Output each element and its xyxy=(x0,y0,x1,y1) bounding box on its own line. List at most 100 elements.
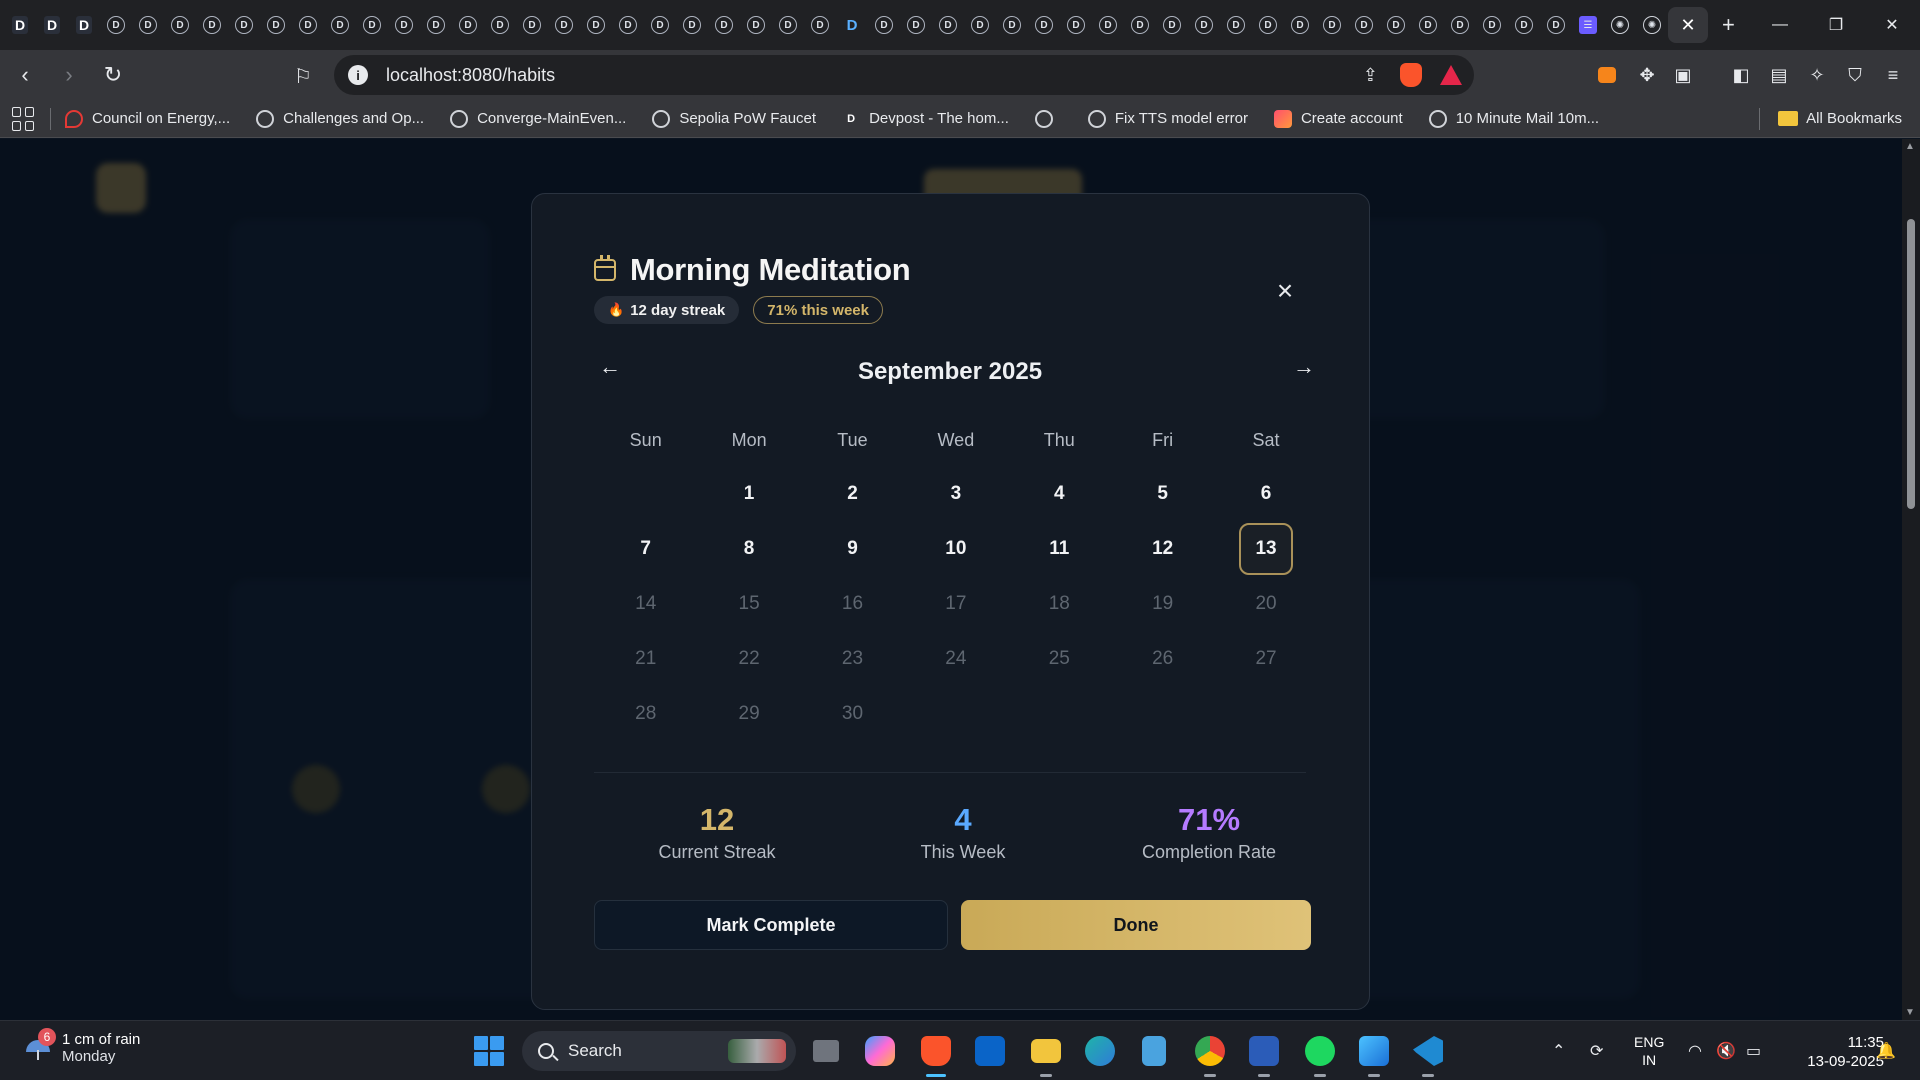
wifi-icon[interactable]: ◠ xyxy=(1688,1021,1702,1080)
calendar-day[interactable]: 11 xyxy=(1008,521,1111,576)
task-view-icon[interactable] xyxy=(808,1033,844,1069)
metamask-extension-icon[interactable] xyxy=(1594,62,1620,88)
browser-tab[interactable]: D xyxy=(516,7,548,43)
share-icon[interactable]: ⇪ xyxy=(1363,65,1378,86)
browser-tab[interactable]: D xyxy=(676,7,708,43)
browser-tab[interactable]: D xyxy=(132,7,164,43)
browser-tab[interactable]: D xyxy=(708,7,740,43)
reload-button[interactable]: ↻ xyxy=(94,56,132,94)
browser-tab[interactable]: D xyxy=(1124,7,1156,43)
browser-tab[interactable]: D xyxy=(1476,7,1508,43)
browser-tab[interactable]: D xyxy=(452,7,484,43)
notification-bell-icon[interactable]: 🔔 xyxy=(1876,1021,1896,1080)
browser-tab[interactable]: D xyxy=(740,7,772,43)
calendar-day[interactable]: 3 xyxy=(904,466,1007,521)
calendar-day[interactable]: 1 xyxy=(697,466,800,521)
restore-button[interactable]: ❐ xyxy=(1808,0,1864,50)
bookmark-item[interactable]: Converge-MainEven... xyxy=(450,109,626,128)
brave-taskbar-icon[interactable] xyxy=(918,1033,954,1077)
photos-icon[interactable] xyxy=(1356,1033,1392,1077)
calendar-day[interactable]: 5 xyxy=(1111,466,1214,521)
page-scrollbar[interactable]: ▲ ▼ xyxy=(1902,139,1920,1020)
browser-tab[interactable]: D xyxy=(1092,7,1124,43)
battery-icon[interactable]: ▭ xyxy=(1746,1021,1761,1080)
browser-tab[interactable]: D xyxy=(1252,7,1284,43)
bookmark-item[interactable]: Challenges and Op... xyxy=(256,109,424,128)
calendar-day[interactable]: 12 xyxy=(1111,521,1214,576)
bookmark-item[interactable]: D Devpost - The hom... xyxy=(842,110,1009,128)
browser-tab[interactable]: D xyxy=(388,7,420,43)
browser-tab[interactable]: D xyxy=(1508,7,1540,43)
browser-tab[interactable]: D xyxy=(164,7,196,43)
calendar-day-today[interactable]: 13 xyxy=(1214,521,1317,576)
scroll-down-icon[interactable]: ▼ xyxy=(1905,1007,1915,1018)
bookmark-item[interactable]: Fix TTS model error xyxy=(1087,109,1248,128)
browser-tab[interactable]: D xyxy=(804,7,836,43)
close-tab-icon[interactable]: ✕ xyxy=(1680,15,1695,36)
browser-tab[interactable]: ✺ xyxy=(1636,7,1668,43)
browser-tab[interactable]: D xyxy=(1316,7,1348,43)
browser-tab[interactable]: D xyxy=(228,7,260,43)
minimize-button[interactable]: — xyxy=(1752,0,1808,50)
browser-tab[interactable]: D xyxy=(644,7,676,43)
browser-tab[interactable]: ✺ xyxy=(1604,7,1636,43)
word-icon[interactable] xyxy=(1246,1033,1282,1077)
edge-icon[interactable] xyxy=(1082,1033,1118,1069)
browser-tab[interactable]: D xyxy=(484,7,516,43)
all-bookmarks-button[interactable]: All Bookmarks xyxy=(1778,110,1902,127)
browser-tab[interactable]: D xyxy=(292,7,324,43)
calendar-day[interactable]: 7 xyxy=(594,521,697,576)
mark-complete-button[interactable]: Mark Complete xyxy=(594,900,948,950)
browser-tab[interactable]: D xyxy=(356,7,388,43)
copilot-icon[interactable] xyxy=(862,1033,898,1069)
bookmark-page-icon[interactable]: ⚐ xyxy=(294,64,312,89)
browser-tab[interactable]: D xyxy=(612,7,644,43)
chrome-icon[interactable] xyxy=(1192,1033,1228,1077)
browser-tab[interactable]: D xyxy=(196,7,228,43)
done-button[interactable]: Done xyxy=(961,900,1311,950)
weather-widget[interactable]: 6 1 cm of rain Monday xyxy=(24,1028,140,1065)
brave-shields-icon[interactable] xyxy=(1400,63,1422,87)
close-window-button[interactable]: ✕ xyxy=(1864,0,1920,50)
apps-grid-icon[interactable] xyxy=(12,106,36,131)
site-info-icon[interactable]: i xyxy=(348,65,368,85)
browser-tab[interactable]: D xyxy=(1540,7,1572,43)
browser-tab[interactable]: D xyxy=(1060,7,1092,43)
browser-tab[interactable]: D xyxy=(420,7,452,43)
browser-tab[interactable]: ☰ xyxy=(1572,7,1604,43)
show-hidden-icons-icon[interactable]: ⌃ xyxy=(1552,1021,1565,1080)
volume-muted-icon[interactable]: 🔇 xyxy=(1716,1021,1736,1080)
url-text[interactable]: localhost:8080/habits xyxy=(386,65,555,86)
calendar-day[interactable]: 8 xyxy=(697,521,800,576)
browser-tab[interactable]: D xyxy=(1156,7,1188,43)
file-explorer-icon[interactable] xyxy=(1028,1033,1064,1077)
vscode-icon[interactable] xyxy=(1410,1033,1446,1077)
browser-tab[interactable]: D xyxy=(1028,7,1060,43)
system-clock[interactable]: 11:35 13-09-2025 xyxy=(1780,1033,1884,1071)
extensions-puzzle-icon[interactable]: ✥ xyxy=(1634,62,1660,88)
bookmark-item[interactable]: Council on Energy,... xyxy=(65,109,230,128)
browser-tab[interactable]: D xyxy=(1220,7,1252,43)
browser-tab[interactable]: D xyxy=(1444,7,1476,43)
browser-tab[interactable]: D xyxy=(1284,7,1316,43)
browser-tab[interactable]: D xyxy=(260,7,292,43)
bookmark-item[interactable]: Sepolia PoW Faucet xyxy=(652,109,816,128)
browser-tab[interactable]: D xyxy=(932,7,964,43)
browser-tab[interactable]: D xyxy=(900,7,932,43)
windows-start-icon[interactable] xyxy=(474,1036,504,1066)
browser-tab[interactable]: D xyxy=(548,7,580,43)
address-bar[interactable]: i localhost:8080/habits ⇪ xyxy=(334,55,1474,95)
browser-tab[interactable]: D xyxy=(1188,7,1220,43)
leo-ai-icon[interactable]: ✧ xyxy=(1804,62,1830,88)
browser-tab[interactable]: D xyxy=(580,7,612,43)
close-modal-button[interactable]: × xyxy=(1270,275,1300,306)
active-tab[interactable]: ✕ xyxy=(1668,7,1708,43)
browser-tab[interactable]: D xyxy=(4,7,36,43)
scroll-thumb[interactable] xyxy=(1907,219,1915,509)
bookmark-item[interactable] xyxy=(1034,109,1062,128)
new-tab-button[interactable]: + xyxy=(1722,12,1735,38)
browser-tab[interactable]: D xyxy=(868,7,900,43)
outlook-icon[interactable] xyxy=(972,1033,1008,1069)
calendar-day[interactable]: 2 xyxy=(801,466,904,521)
spotify-icon[interactable] xyxy=(1302,1033,1338,1077)
